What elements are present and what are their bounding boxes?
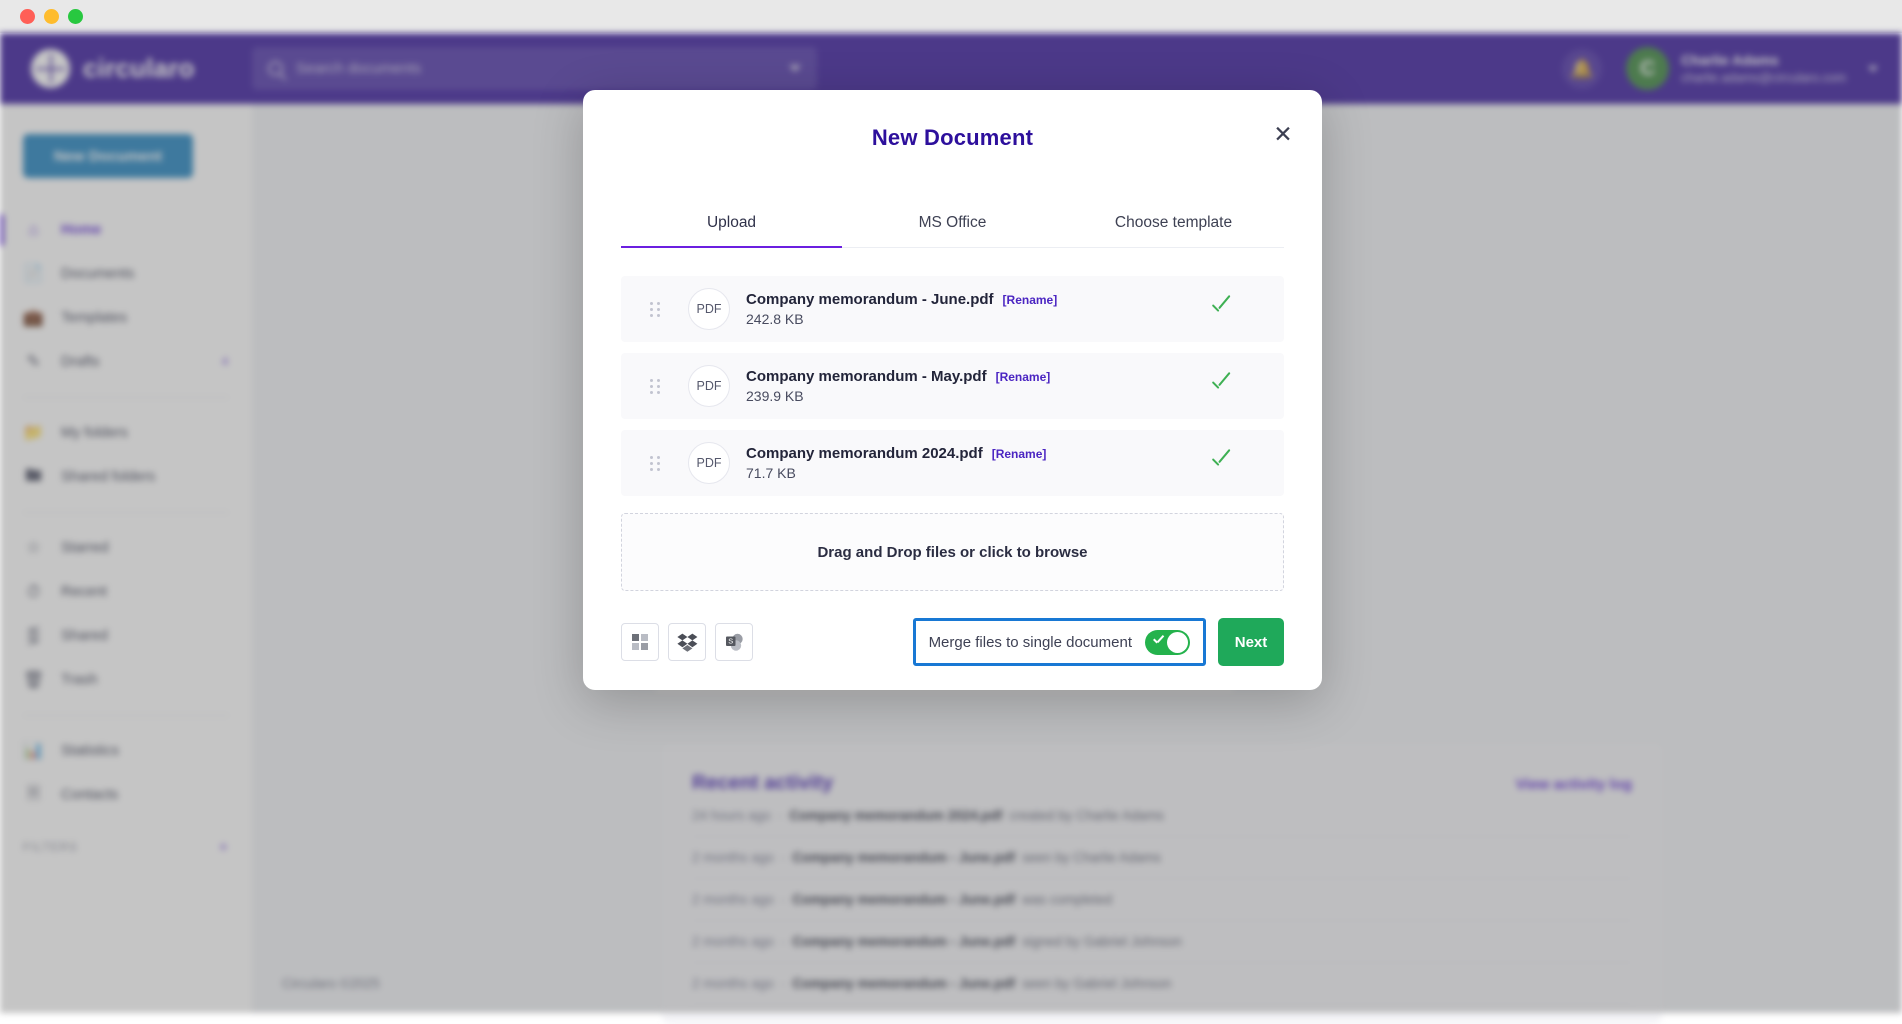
file-name: Company memorandum 2024.pdf — [746, 445, 983, 462]
tab-choose-template[interactable]: Choose template — [1063, 200, 1284, 247]
drag-handle-icon[interactable] — [650, 455, 664, 471]
cloud-source-buttons: S — [621, 623, 753, 661]
new-document-dialog: New Document ✕ Upload MS Office Choose t… — [583, 90, 1322, 690]
sharepoint-icon[interactable]: S — [715, 623, 753, 661]
file-size: 242.8 KB — [746, 311, 804, 327]
pdf-file-icon: PDF — [688, 288, 730, 330]
checkmark-icon — [1208, 296, 1234, 322]
pdf-file-icon: PDF — [688, 365, 730, 407]
tab-upload[interactable]: Upload — [621, 200, 842, 248]
microsoft-onedrive-icon[interactable] — [621, 623, 659, 661]
rename-link[interactable]: [Rename] — [992, 447, 1047, 461]
drag-handle-icon[interactable] — [650, 378, 664, 394]
rename-link[interactable]: [Rename] — [996, 370, 1051, 384]
window-maximize-button[interactable] — [68, 9, 83, 24]
merge-files-label: Merge files to single document — [928, 633, 1132, 651]
modal-overlay[interactable]: New Document ✕ Upload MS Office Choose t… — [0, 33, 1902, 1013]
file-row[interactable]: PDF Company memorandum 2024.pdf [Rename]… — [621, 430, 1284, 496]
dialog-title: New Document — [871, 125, 1034, 150]
svg-text:S: S — [728, 637, 733, 646]
file-name: Company memorandum - May.pdf — [746, 368, 987, 385]
dialog-footer: S Merge files to single document Next — [621, 618, 1284, 666]
file-dropzone[interactable]: Drag and Drop files or click to browse — [621, 513, 1284, 591]
file-info: Company memorandum - May.pdf [Rename] 23… — [746, 368, 1050, 404]
drag-handle-icon[interactable] — [650, 301, 664, 317]
tab-ms-office[interactable]: MS Office — [842, 200, 1063, 247]
checkmark-icon — [1208, 373, 1234, 399]
file-name: Company memorandum - June.pdf — [746, 291, 994, 308]
close-icon[interactable]: ✕ — [1266, 117, 1300, 151]
merge-files-toggle[interactable] — [1145, 629, 1190, 655]
window-close-button[interactable] — [20, 9, 35, 24]
file-info: Company memorandum 2024.pdf [Rename] 71.… — [746, 445, 1046, 481]
checkmark-icon — [1208, 450, 1234, 476]
file-size: 71.7 KB — [746, 465, 796, 481]
check-icon — [1153, 637, 1164, 645]
next-button[interactable]: Next — [1218, 618, 1284, 666]
file-info: Company memorandum - June.pdf [Rename] 2… — [746, 291, 1057, 327]
file-row[interactable]: PDF Company memorandum - May.pdf [Rename… — [621, 353, 1284, 419]
window-titlebar — [0, 0, 1902, 33]
pdf-file-icon: PDF — [688, 442, 730, 484]
dialog-tabs: Upload MS Office Choose template — [621, 200, 1284, 248]
window-minimize-button[interactable] — [44, 9, 59, 24]
file-size: 239.9 KB — [746, 388, 804, 404]
toggle-knob — [1167, 631, 1188, 653]
rename-link[interactable]: [Rename] — [1003, 293, 1058, 307]
uploaded-file-list: PDF Company memorandum - June.pdf [Renam… — [621, 276, 1284, 496]
file-row[interactable]: PDF Company memorandum - June.pdf [Renam… — [621, 276, 1284, 342]
dropzone-label: Drag and Drop files or click to browse — [817, 543, 1088, 561]
dropbox-icon[interactable] — [668, 623, 706, 661]
merge-files-toggle-highlight[interactable]: Merge files to single document — [912, 618, 1206, 666]
